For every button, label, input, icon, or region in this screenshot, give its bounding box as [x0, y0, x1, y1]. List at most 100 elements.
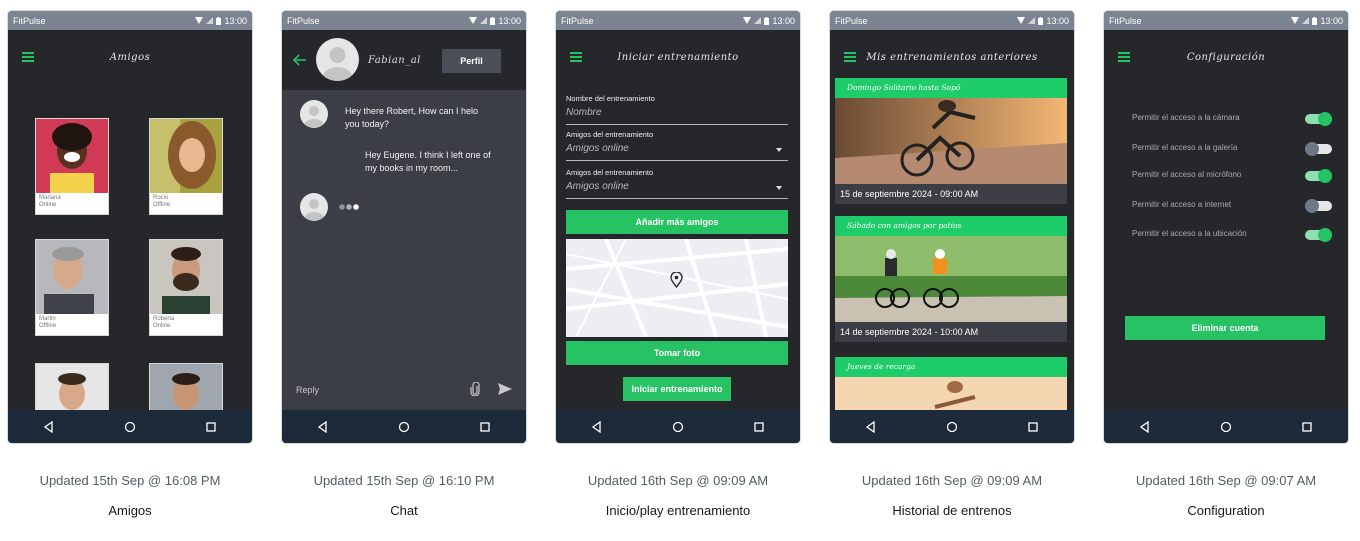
typing-avatar: [300, 193, 328, 221]
wifi-icon: [195, 17, 204, 24]
permission-gallery-toggle[interactable]: [1305, 142, 1332, 156]
screen-caption: Amigos: [108, 503, 152, 518]
map-view[interactable]: [566, 239, 788, 337]
screens-board: FitPulse 13:00 Amigos Mariana Online Roc…: [0, 0, 1360, 541]
send-icon[interactable]: [498, 383, 512, 395]
recents-icon[interactable]: [753, 421, 765, 433]
friend-card-roberta[interactable]: Roberta Online: [149, 239, 223, 336]
message-incoming: Hey there Robert, How can I helo you tod…: [345, 106, 479, 129]
permission-microphone-label: Permitir el acceso al micrófono: [1132, 170, 1242, 179]
friend-photo: [36, 119, 108, 193]
attachment-icon[interactable]: [470, 382, 480, 396]
card-chat: FitPulse 13:00 Fabian_al Perfil Hey ther…: [282, 0, 526, 541]
status-app-name: FitPulse: [561, 15, 594, 26]
history-entry[interactable]: Jueves de recarga: [835, 357, 1067, 417]
start-workout-button[interactable]: Iniciar entrenamiento: [623, 377, 731, 401]
back-icon[interactable]: [317, 420, 329, 433]
status-icons: 13:00: [1291, 16, 1343, 26]
screen-title: Iniciar entrenamiento: [617, 52, 739, 63]
delete-account-button[interactable]: Eliminar cuenta: [1125, 316, 1325, 340]
home-icon[interactable]: [1220, 421, 1232, 433]
status-time: 13:00: [1046, 15, 1069, 26]
friend-card-mariana[interactable]: Mariana Online: [35, 118, 109, 215]
chat-body: Hey there Robert, How can I helo you tod…: [282, 90, 526, 410]
back-icon[interactable]: [43, 420, 55, 433]
workout-name-input[interactable]: Nombre: [566, 107, 602, 118]
signal-icon: [1302, 17, 1310, 24]
history-entry[interactable]: Domingo Solitario hasta Sopó 15 de septi…: [835, 78, 1067, 204]
take-photo-button[interactable]: Tomar foto: [566, 341, 788, 365]
friend-card-martin[interactable]: Martin Offline: [35, 239, 109, 336]
back-icon[interactable]: [865, 420, 877, 433]
typing-indicator-icon: [339, 204, 359, 210]
status-bar: FitPulse 13:00: [830, 11, 1074, 30]
contact-name: Fabian_al: [368, 55, 421, 66]
updated-text: Updated 15th Sep @ 16:10 PM: [313, 473, 495, 488]
field-underline: [566, 198, 788, 199]
friend-photo: [150, 240, 222, 314]
status-time: 13:00: [1320, 15, 1343, 26]
card-configuracion: FitPulse 13:00 Configuración Permitir el…: [1104, 0, 1348, 541]
field-underline: [566, 124, 788, 125]
field-label: Amigos del entrenamiento: [566, 168, 654, 177]
friend-photo: [150, 119, 222, 193]
permission-internet-toggle[interactable]: [1305, 199, 1332, 213]
card-amigos: FitPulse 13:00 Amigos Mariana Online Roc…: [8, 0, 252, 541]
friends-select[interactable]: Amigos online: [566, 181, 629, 192]
recents-icon[interactable]: [205, 421, 217, 433]
screen-title: Configuración: [1186, 52, 1266, 63]
chevron-down-icon[interactable]: [776, 148, 782, 152]
home-icon[interactable]: [672, 421, 684, 433]
permission-location-label: Permitir el acceso a la ubicación: [1132, 229, 1247, 238]
status-time: 13:00: [772, 15, 795, 26]
wifi-icon: [1291, 17, 1300, 24]
screen-caption: Inicio/play entrenamiento: [605, 503, 751, 518]
profile-button[interactable]: Perfil: [442, 49, 501, 73]
chat-header: Fabian_al Perfil: [282, 30, 526, 90]
field-underline: [566, 160, 788, 161]
friend-photo: [36, 240, 108, 314]
home-icon[interactable]: [398, 421, 410, 433]
android-nav-bar: [8, 410, 252, 443]
recents-icon[interactable]: [1027, 421, 1039, 433]
status-bar: FitPulse 13:00: [556, 11, 800, 30]
android-nav-bar: [282, 410, 526, 443]
friends-select[interactable]: Amigos online: [566, 143, 629, 154]
screen-title: Mis entrenamientos anteriores: [866, 52, 1038, 63]
add-friends-button[interactable]: Añadir más amigos: [566, 210, 788, 234]
reply-input[interactable]: Reply: [296, 385, 319, 395]
chevron-down-icon[interactable]: [776, 186, 782, 190]
android-nav-bar: [1104, 410, 1348, 443]
permission-camera-toggle[interactable]: [1305, 112, 1332, 126]
status-time: 13:00: [224, 15, 247, 26]
wifi-icon: [469, 17, 478, 24]
back-icon[interactable]: [591, 420, 603, 433]
arrow-back-icon[interactable]: [293, 54, 307, 66]
location-pin-icon: [670, 272, 683, 288]
friend-status: Online: [39, 202, 57, 208]
permission-microphone-toggle[interactable]: [1305, 169, 1332, 183]
recents-icon[interactable]: [479, 421, 491, 433]
signal-icon: [206, 17, 214, 24]
updated-text: Updated 16th Sep @ 09:07 AM: [1135, 473, 1317, 488]
contact-avatar[interactable]: [316, 38, 359, 81]
phone-configuracion: FitPulse 13:00 Configuración Permitir el…: [1104, 11, 1348, 443]
phone-amigos: FitPulse 13:00 Amigos Mariana Online Roc…: [8, 11, 252, 443]
message-avatar: [300, 100, 328, 128]
phone-iniciar: FitPulse 13:00 Iniciar entrenamiento Nom…: [556, 11, 800, 443]
friend-name: Mariana: [39, 195, 61, 201]
permission-location-toggle[interactable]: [1305, 228, 1332, 242]
signal-icon: [480, 17, 488, 24]
status-icons: 13:00: [1017, 16, 1069, 26]
back-icon[interactable]: [1139, 420, 1151, 433]
updated-text: Updated 16th Sep @ 09:09 AM: [587, 473, 769, 488]
home-icon[interactable]: [946, 421, 958, 433]
updated-text: Updated 15th Sep @ 16:08 PM: [39, 473, 221, 488]
screen-caption: Configuration: [1187, 503, 1265, 518]
screen-caption: Historial de entrenos: [892, 503, 1012, 518]
recents-icon[interactable]: [1301, 421, 1313, 433]
history-entry[interactable]: Sábado con amigos por patios 14 de septi…: [835, 216, 1067, 342]
home-icon[interactable]: [124, 421, 136, 433]
friend-card-rocio[interactable]: Rocio Offline: [149, 118, 223, 215]
android-nav-bar: [556, 410, 800, 443]
